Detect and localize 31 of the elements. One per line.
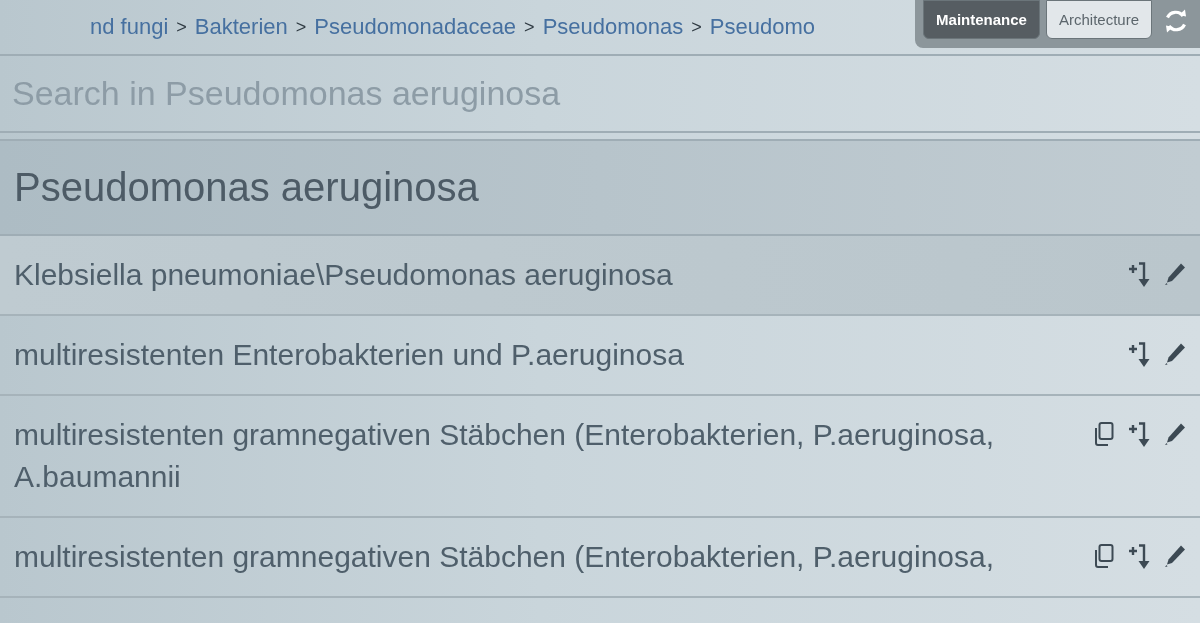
plus-arrow-icon[interactable] bbox=[1128, 544, 1150, 570]
tab[interactable]: Maintenance bbox=[923, 0, 1040, 39]
row-text: Klebsiella pneumoniae\Pseudomonas aeruginosa bbox=[14, 257, 674, 293]
breadcrumb-link[interactable]: Pseudomo bbox=[709, 14, 815, 40]
copy-icon[interactable] bbox=[1094, 422, 1114, 446]
breadcrumb-separator: > bbox=[176, 16, 187, 38]
tab[interactable]: Architecture bbox=[1045, 0, 1152, 39]
refresh-icon bbox=[1164, 8, 1188, 34]
row-text: multiresistenten Enterobakterien und P.aeruginosa bbox=[14, 337, 685, 373]
breadcrumb-link[interactable]: Bakterien bbox=[194, 14, 288, 40]
pencil-icon[interactable] bbox=[1164, 262, 1186, 286]
list-row[interactable]: multiresistenten gramnegativen Stäbchen (Enterobakterien, P.aeruginosa, bbox=[0, 518, 1200, 598]
pencil-icon[interactable] bbox=[1164, 422, 1186, 446]
breadcrumb-link[interactable]: Pseudomonadaceae bbox=[314, 14, 517, 40]
pencil-icon[interactable] bbox=[1164, 544, 1186, 568]
pencil-icon[interactable] bbox=[1164, 342, 1186, 366]
plus-arrow-icon[interactable] bbox=[1128, 422, 1150, 448]
breadcrumb-link[interactable]: Pseudomonas bbox=[542, 14, 684, 40]
breadcrumb-separator: > bbox=[524, 16, 535, 38]
breadcrumb-separator: > bbox=[691, 16, 702, 38]
list-row[interactable]: multiresistenten Enterobakterien und P.aeruginosa bbox=[0, 316, 1200, 396]
copy-icon[interactable] bbox=[1094, 544, 1114, 568]
list-row[interactable]: Klebsiella pneumoniae\Pseudomonas aeruginosa bbox=[0, 236, 1200, 316]
row-text: multiresistenten gramnegativen Stäbchen (Enterobakterien, P.aeruginosa, A.baumannii bbox=[14, 417, 996, 495]
breadcrumb-separator: > bbox=[295, 16, 307, 38]
plus-arrow-icon[interactable] bbox=[1128, 342, 1150, 368]
list-heading: Pseudomonas aeruginosa bbox=[0, 139, 1200, 236]
plus-arrow-icon[interactable] bbox=[1128, 262, 1150, 288]
row-text: multiresistenten gramnegativen Stäbchen (Enterobakterien, P.aeruginosa, bbox=[14, 539, 996, 575]
list-row[interactable]: multiresistenten gramnegativen Stäbchen (Enterobakterien, P.aeruginosa, A.baumannii bbox=[0, 396, 1200, 518]
breadcrumb-link[interactable]: nd fungi bbox=[90, 14, 169, 40]
